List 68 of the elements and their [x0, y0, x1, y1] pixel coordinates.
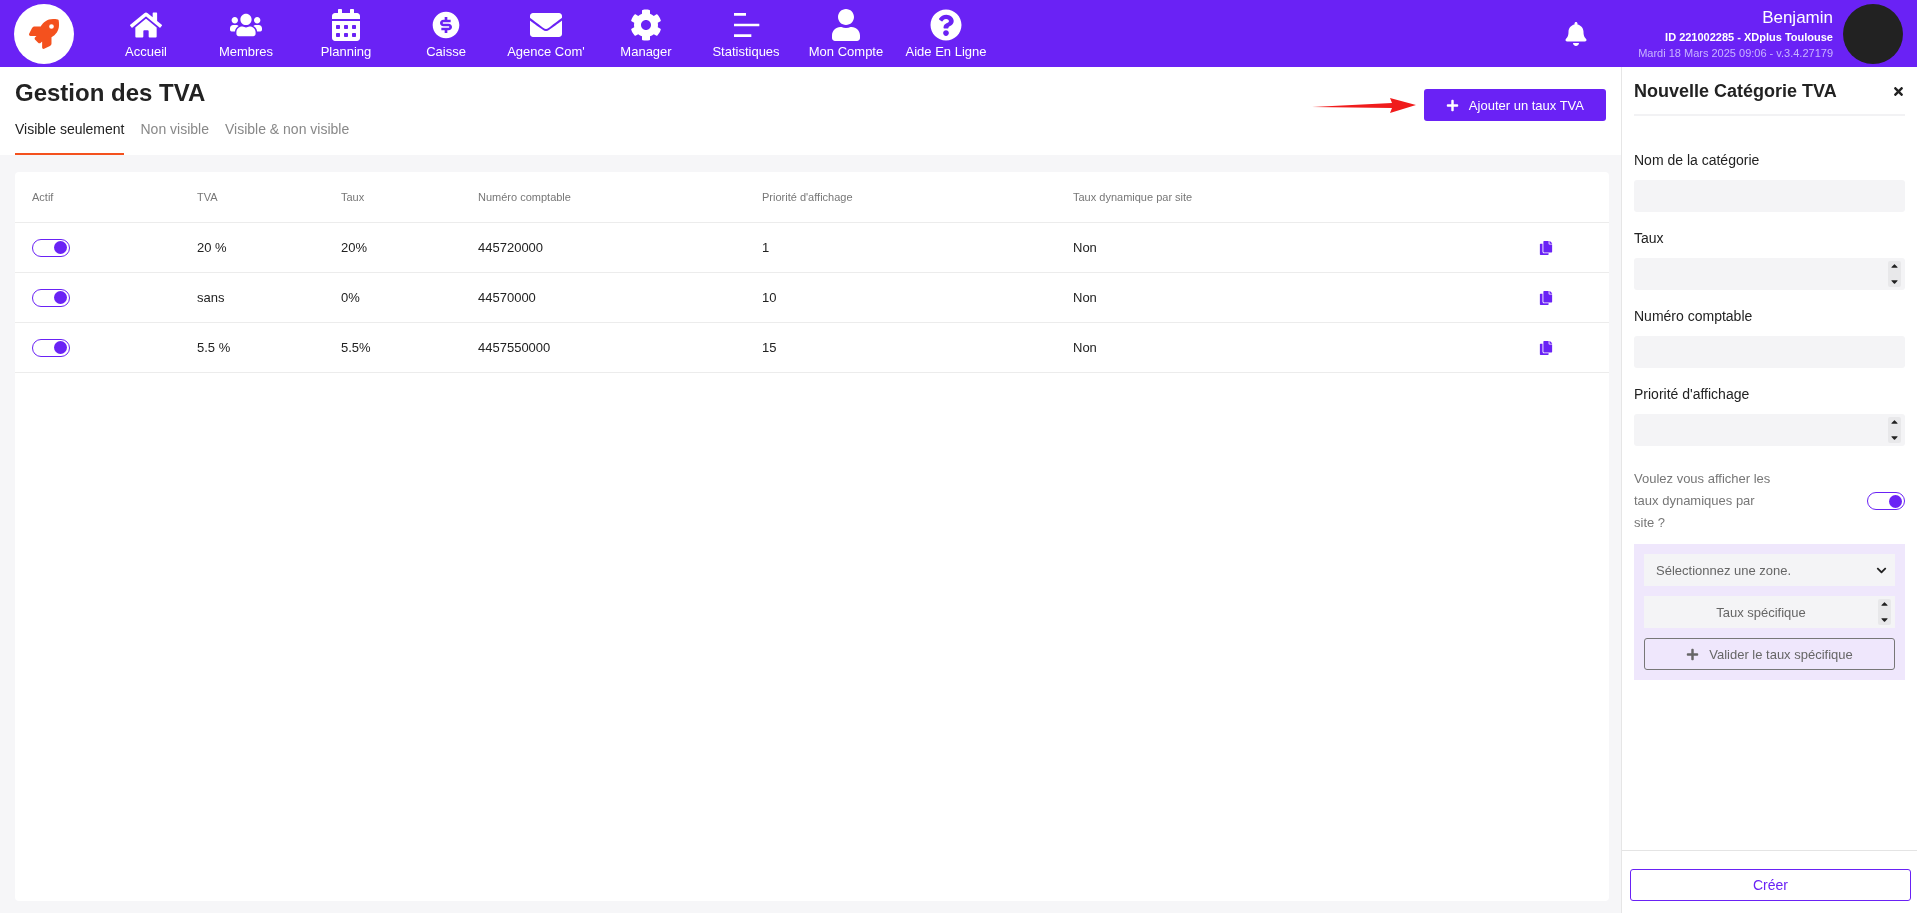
spinner-icon[interactable] — [1888, 261, 1901, 287]
toggle-label: Voulez vous afficher les taux dynamiques par site ? — [1634, 470, 1772, 532]
nav-item[interactable]: Membres — [196, 8, 296, 59]
nav-item[interactable]: Planning — [296, 8, 396, 59]
spinner-icon[interactable] — [1888, 417, 1901, 443]
table-cell: Non — [1073, 240, 1097, 255]
copy-icon[interactable] — [1539, 340, 1553, 355]
filter-tab[interactable]: Visible & non visible — [224, 121, 350, 155]
column-header: Taux — [324, 172, 461, 223]
gear-icon — [630, 8, 662, 41]
filter-tab[interactable]: Visible seulement — [15, 121, 125, 155]
nav-item[interactable]: Accueil — [96, 8, 196, 59]
column-header: Priorité d'affichage — [745, 172, 1056, 223]
zone-select[interactable]: Sélectionnez une zone. — [1644, 554, 1895, 586]
table-cell: 20 % — [197, 240, 227, 255]
create-button[interactable]: Créer — [1630, 869, 1911, 901]
dynamic-toggle[interactable] — [1867, 492, 1905, 510]
table-cell: 44570000 — [478, 290, 536, 305]
field-label: Taux — [1634, 230, 1665, 246]
active-toggle[interactable] — [32, 238, 70, 257]
field-label: Nom de la catégorie — [1634, 152, 1761, 168]
column-header: Actif — [15, 172, 180, 223]
user-icon — [830, 8, 862, 41]
column-header: TVA — [180, 172, 324, 223]
field-label: Priorité d'affichage — [1634, 386, 1751, 402]
user-id: ID 221002285 - XDplus Toulouse — [1665, 31, 1833, 43]
column-header: Numéro comptable — [461, 172, 745, 223]
input-field[interactable] — [1634, 258, 1905, 290]
table-cell: 4457550000 — [478, 340, 551, 355]
nav-item[interactable]: Manager — [596, 8, 696, 59]
nav-item[interactable]: Agence Com' — [496, 8, 596, 59]
active-toggle[interactable] — [32, 288, 70, 307]
table-cell: 20% — [341, 240, 368, 255]
table-cell: 1 — [762, 240, 770, 255]
field-label: Numéro comptable — [1634, 308, 1754, 324]
calendar-icon — [330, 8, 362, 41]
panel-title: Nouvelle Catégorie TVA — [1634, 81, 1837, 102]
page-title: Gestion des TVA — [15, 79, 207, 107]
table-cell: 10 — [762, 290, 777, 305]
bell-icon[interactable] — [1564, 21, 1589, 46]
date-version: Mardi 18 Mars 2025 09:06 - v.3.4.27179 — [1638, 47, 1833, 59]
column-header: Taux dynamique par site — [1056, 172, 1432, 223]
table-cell: 5.5 % — [197, 340, 231, 355]
input-field[interactable] — [1634, 414, 1905, 446]
help-icon — [930, 8, 962, 41]
plus-icon — [1686, 647, 1700, 661]
table-cell: 445720000 — [478, 240, 544, 255]
table-cell: 5.5% — [341, 340, 371, 355]
copy-icon[interactable] — [1539, 240, 1553, 255]
plus-icon — [1445, 98, 1459, 112]
filter-tab[interactable]: Non visible — [140, 121, 209, 155]
validate-button[interactable]: Valider le taux spécifique — [1644, 638, 1895, 670]
table-cell: sans — [197, 290, 225, 305]
specific-rate-field[interactable]: Taux spécifique — [1644, 596, 1895, 628]
nav-item[interactable]: Caisse — [396, 8, 496, 59]
user-name: Benjamin — [1762, 8, 1833, 28]
nav-item[interactable]: Mon Compte — [796, 8, 896, 59]
table-cell: 15 — [762, 340, 777, 355]
close-icon[interactable] — [1892, 85, 1905, 98]
table-cell: 0% — [341, 290, 360, 305]
table-cell: Non — [1073, 290, 1097, 305]
nav-item[interactable]: Aide En Ligne — [896, 8, 996, 59]
table-cell: Non — [1073, 340, 1097, 355]
active-toggle[interactable] — [32, 338, 70, 357]
add-rate-button[interactable]: Ajouter un taux TVA — [1423, 89, 1606, 121]
nav-item[interactable]: Statistiques — [696, 8, 796, 59]
copy-icon[interactable] — [1539, 290, 1553, 305]
spinner-icon[interactable] — [1878, 599, 1891, 625]
